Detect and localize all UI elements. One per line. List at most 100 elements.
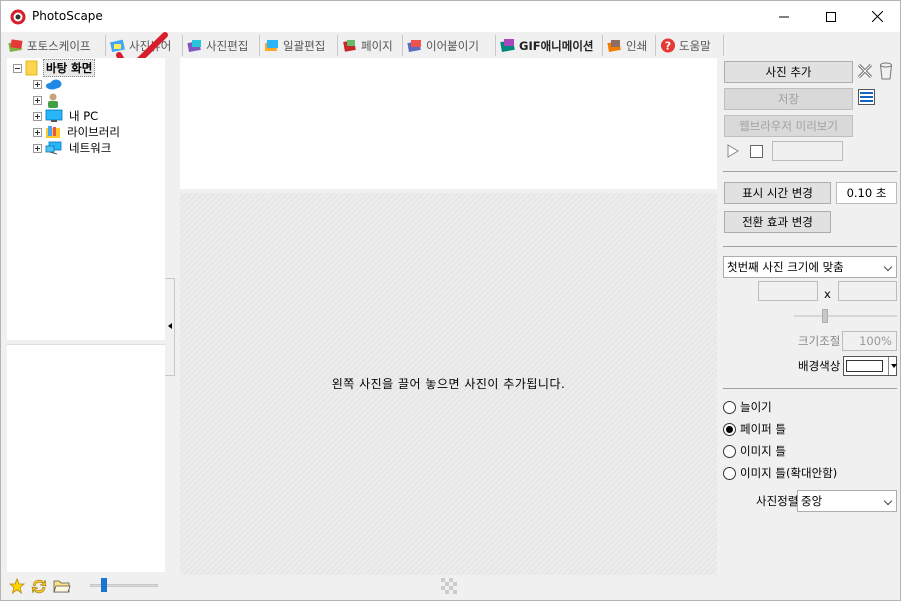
tab-photo-editor[interactable]: 사진편집 [184,35,260,56]
tab-help[interactable]: ? 도움말 [657,35,724,56]
close-button[interactable] [854,1,900,32]
tab-batch-editor[interactable]: 일괄편집 [261,35,338,56]
help-icon: ? [661,38,675,53]
tab-label: 도움말 [679,38,711,53]
photo-drop-area[interactable]: 왼쪽 사진을 끌어 놓으면 사진이 추가됩니다. [180,193,717,575]
expand-toggle[interactable] [33,95,42,105]
radio-button-checked[interactable] [723,422,736,436]
radio-image-frame-no-zoom[interactable]: 이미지 틀(확대안함) [723,464,837,482]
web-preview-button[interactable]: 웹브라우저 미리보기 [724,115,853,137]
radio-button[interactable] [723,400,736,414]
scale-slider-track[interactable] [794,315,897,317]
section-divider [723,388,897,389]
photoscape-home-icon [8,39,23,52]
bg-color-picker[interactable] [843,356,897,376]
combine-icon [407,40,421,52]
user-folder-icon [48,93,58,108]
maximize-button[interactable] [808,1,854,32]
list-view-icon[interactable] [858,89,875,105]
radio-label: 이미지 틀(확대안함) [740,466,838,480]
section-divider [723,246,897,247]
tree-item-user[interactable] [33,92,61,108]
svg-text:?: ? [665,40,671,53]
display-time-field[interactable]: 0.10 초 [836,182,897,204]
gif-animation-icon [500,39,515,52]
expand-toggle[interactable] [33,79,42,89]
play-icon[interactable] [727,144,739,158]
photoscape-window: PhotoScape 포토스케이프 사진뷰어 사진편집 일괄편집 페이지 이어붙… [0,0,901,601]
canvas-size-select[interactable]: 첫번째 사진 크기에 맞춤 [723,256,897,278]
stop-icon[interactable] [750,145,763,158]
collapse-toggle[interactable] [13,63,22,73]
tab-label: 사진편집 [206,38,249,53]
tab-label: 이어붙이기 [426,38,479,53]
zoom-slider-thumb[interactable] [101,578,107,592]
expand-toggle[interactable] [33,111,42,121]
size-separator: x [824,287,831,301]
tab-label: GIF애니메이션 [519,38,594,53]
section-divider [723,171,897,172]
collapse-arrow-icon[interactable] [168,323,172,329]
tree-item-this-pc[interactable]: 내 PC [33,108,100,124]
photo-editor-icon [187,40,201,52]
panel-splitter[interactable] [165,278,175,376]
radio-stretch[interactable]: 늘이기 [723,398,772,416]
close-icon [871,11,883,22]
tab-photoscape[interactable]: 포토스케이프 [5,35,106,56]
playback-progress-field [772,141,843,161]
bg-color-label: 배경색상 [798,359,841,373]
tree-item-onedrive[interactable] [33,76,63,92]
radio-label: 페이퍼 틀 [740,422,786,436]
frame-strip[interactable] [180,58,717,189]
open-folder-icon[interactable] [53,578,71,594]
tab-label: 포토스케이프 [27,38,91,53]
height-field[interactable] [838,281,897,301]
radio-button[interactable] [723,444,736,458]
transparency-checker-icon[interactable] [441,578,457,594]
tree-label: 네트워크 [69,141,112,155]
radio-image-frame[interactable]: 이미지 틀 [723,442,786,460]
tab-gif-animation[interactable]: GIF애니메이션 [497,35,603,56]
scale-field[interactable]: 100% [842,331,897,351]
width-field[interactable] [758,281,818,301]
tab-page[interactable]: 페이지 [339,35,403,56]
radio-button[interactable] [723,466,736,480]
tree-item-network[interactable]: 네트워크 [33,140,113,156]
minimize-button[interactable] [761,1,807,32]
select-value: 중앙 [801,494,823,508]
tree-item-desktop[interactable]: 바탕 화면 [13,59,96,77]
file-list-panel[interactable] [7,344,165,572]
tree-item-libraries[interactable]: 라이브러리 [33,124,122,140]
radio-paper-frame[interactable]: 페이퍼 틀 [723,420,786,438]
scale-slider-thumb[interactable] [822,309,828,323]
photo-align-label: 사진정렬 [756,494,799,508]
tree-label: 바탕 화면 [43,59,96,77]
expand-toggle[interactable] [33,143,42,153]
tab-label: 일괄편집 [283,38,326,53]
refresh-icon[interactable] [30,578,48,595]
clear-x-icon[interactable] [857,63,873,79]
picker-divider [888,357,889,375]
tab-print[interactable]: 인쇄 [604,35,656,56]
add-photo-button[interactable]: 사진 추가 [724,61,853,83]
star-favorite-icon[interactable] [9,578,25,594]
change-transition-button[interactable]: 전환 효과 변경 [724,211,831,233]
minimize-icon [779,16,789,17]
trash-icon[interactable] [879,62,893,80]
status-bar [1,575,900,600]
libraries-icon [46,126,60,138]
change-display-time-button[interactable]: 표시 시간 변경 [724,182,831,204]
photo-align-select[interactable]: 중앙 [797,490,897,512]
select-value: 첫번째 사진 크기에 맞춤 [727,260,844,274]
network-icon [45,141,62,155]
save-button[interactable]: 저장 [724,88,853,110]
tab-combine[interactable]: 이어붙이기 [404,35,496,56]
photoscape-logo-icon [10,9,26,25]
folder-tree[interactable]: 바탕 화면 내 PC 라이브러리 네트워크 [7,58,165,340]
desktop-folder-icon [25,60,38,76]
batch-editor-icon [265,40,278,51]
expand-toggle[interactable] [33,127,42,137]
bg-color-swatch [846,360,883,372]
tab-label: 페이지 [361,38,393,53]
window-title: PhotoScape [32,9,103,23]
